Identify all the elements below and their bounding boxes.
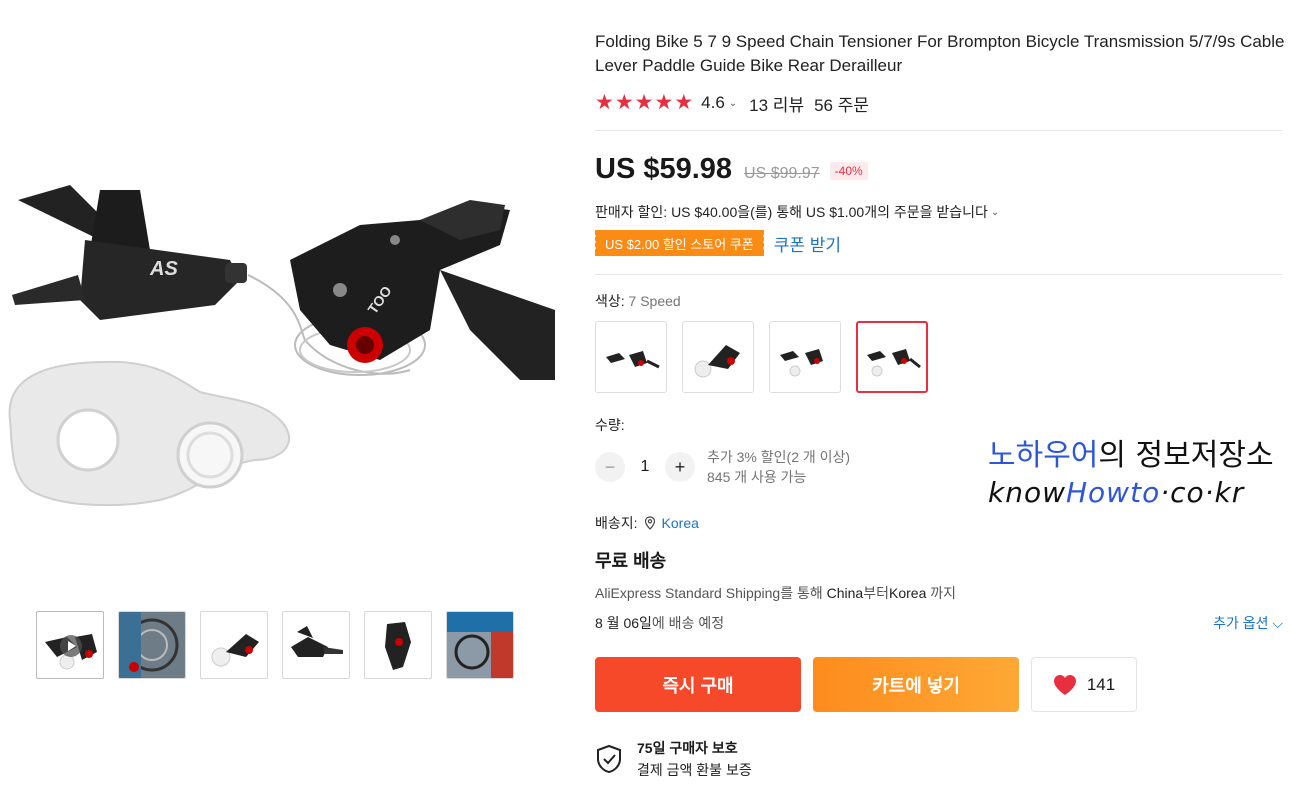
star-icon: ★ xyxy=(654,91,674,114)
quantity-decrease-button[interactable]: − xyxy=(595,452,625,482)
buyer-protection[interactable]: 75일 구매자 보호 결제 금액 환불 보증 xyxy=(595,738,1285,780)
shield-check-icon xyxy=(597,744,621,774)
review-count[interactable]: 13 리뷰 xyxy=(749,91,804,116)
main-product-image[interactable]: AS TOO xyxy=(0,130,556,530)
thumbnail-2[interactable] xyxy=(118,611,186,679)
current-price: US $59.98 xyxy=(595,153,733,185)
buyer-protection-subtitle: 결제 금액 환불 보증 xyxy=(637,762,752,778)
coupon-row: US $2.00 할인 스토어 쿠폰 쿠폰 받기 xyxy=(594,230,1285,256)
shipping-method-prefix: AliExpress Standard Shipping를 통해 xyxy=(595,585,827,601)
rating-stars: ★ ★ ★ ★ ★ xyxy=(595,92,693,114)
bulk-discount-note: 추가 3% 할인(2 개 이상) xyxy=(707,449,851,465)
watermark-line2-pre: know xyxy=(988,476,1066,509)
ship-from: China xyxy=(826,585,864,601)
shipping-method-mid: 부터 xyxy=(863,585,889,601)
watermark-line1: 노하우어의 정보저장소 xyxy=(988,430,1288,474)
seller-discount-text: 판매자 할인: US $40.00을(를) 통해 US $1.00개의 주문을 … xyxy=(595,204,988,220)
thumbnail-3[interactable] xyxy=(200,611,268,679)
quantity-increase-button[interactable]: + xyxy=(665,452,695,482)
color-label-text: 색상: xyxy=(595,293,625,309)
color-swatches xyxy=(595,321,1285,393)
wishlist-button[interactable]: 141 xyxy=(1031,657,1137,712)
color-label: 색상: 7 Speed xyxy=(595,291,1285,311)
quantity-value[interactable]: 1 xyxy=(625,458,665,476)
more-shipping-options[interactable]: 추가 옵션 ⌵ xyxy=(1213,613,1283,633)
thumbnail-6[interactable] xyxy=(446,611,514,679)
star-icon: ★ xyxy=(595,91,614,114)
buyer-protection-title: 75일 구매자 보호 xyxy=(637,740,738,756)
quantity-notes: 추가 3% 할인(2 개 이상) 845 개 사용 가능 xyxy=(707,447,850,487)
location-pin-icon xyxy=(644,516,655,530)
wishlist-count: 141 xyxy=(1086,674,1116,694)
rating-row: ★ ★ ★ ★ ★ 4.6 ⌄ 13 리뷰 56 주문 xyxy=(595,91,1285,116)
chevron-down-icon: ⌵ xyxy=(1272,615,1283,631)
thumbnail-5[interactable] xyxy=(364,611,432,679)
discount-badge: -40% xyxy=(829,162,868,180)
rating-score[interactable]: 4.6 xyxy=(701,93,725,113)
star-icon: ★ xyxy=(614,91,634,114)
watermark-line2: knowHowto·co·kr xyxy=(988,476,1288,509)
chevron-down-icon[interactable]: ⌄ xyxy=(991,207,999,218)
color-option-3[interactable] xyxy=(769,321,841,393)
watermark-line2-post: ·co·kr xyxy=(1160,476,1245,509)
original-price: US $99.97 xyxy=(744,165,820,182)
seller-discount[interactable]: 판매자 할인: US $40.00을(를) 통해 US $1.00개의 주문을 … xyxy=(595,202,1285,222)
shipping-method-suffix: 까지 xyxy=(926,585,957,601)
product-title: Folding Bike 5 7 9 Speed Chain Tensioner… xyxy=(595,32,1285,75)
chevron-down-icon[interactable]: ⌄ xyxy=(729,98,737,109)
shipping-method: AliExpress Standard Shipping를 통해 China부터… xyxy=(595,583,1285,603)
watermark-line1-blue: 노하우어 xyxy=(988,438,1099,473)
store-coupon-badge[interactable]: US $2.00 할인 스토어 쿠폰 xyxy=(594,230,764,256)
ship-to-country[interactable]: Korea xyxy=(662,515,699,531)
buy-now-button[interactable]: 즉시 구매 xyxy=(595,657,801,712)
delivery-date-suffix: 에 배송 예정 xyxy=(651,615,725,631)
more-options-label: 추가 옵션 xyxy=(1213,615,1269,631)
ship-to: 배송지: Korea xyxy=(595,513,1285,533)
divider xyxy=(595,274,1283,275)
thumbnail-4[interactable] xyxy=(282,611,350,679)
watermark-line2-blue: Howto xyxy=(1066,476,1161,509)
delivery-date-value: 8 월 06일 xyxy=(595,615,652,631)
watermark-line1-black: 의 정보저장소 xyxy=(1098,438,1274,473)
add-to-cart-button[interactable]: 카트에 넣기 xyxy=(813,657,1019,712)
play-icon[interactable] xyxy=(60,635,82,657)
price-row: US $59.98 US $99.97 -40% xyxy=(595,153,1285,186)
order-count: 56 주문 xyxy=(814,95,870,115)
thumbnail-video[interactable] xyxy=(36,611,104,679)
color-selected-value: 7 Speed xyxy=(628,293,681,309)
ship-to-label: 배송지: xyxy=(595,515,638,531)
product-info: Folding Bike 5 7 9 Speed Chain Tensioner… xyxy=(594,30,1285,780)
delivery-date-row: 8 월 06일에 배송 예정 추가 옵션 ⌵ xyxy=(595,613,1283,633)
heart-icon xyxy=(1053,674,1076,695)
divider xyxy=(595,130,1283,131)
star-icon: ★ xyxy=(634,91,654,114)
color-option-2[interactable] xyxy=(682,321,754,393)
ship-to-destination: Korea xyxy=(889,585,927,601)
color-option-1[interactable] xyxy=(595,321,667,393)
delivery-date: 8 월 06일에 배송 예정 xyxy=(595,613,724,633)
star-icon: ★ xyxy=(674,91,694,114)
svg-text:AS: AS xyxy=(149,258,178,280)
action-buttons: 즉시 구매 카트에 넣기 141 xyxy=(595,657,1285,712)
thumbnail-strip xyxy=(36,611,514,679)
free-shipping-title: 무료 배송 xyxy=(595,551,667,571)
color-option-7-speed[interactable] xyxy=(856,321,928,393)
get-coupon-link[interactable]: 쿠폰 받기 xyxy=(774,231,841,256)
stock-available: 845 개 사용 가능 xyxy=(707,469,807,485)
watermark: 노하우어의 정보저장소 knowHowto·co·kr xyxy=(988,430,1288,509)
